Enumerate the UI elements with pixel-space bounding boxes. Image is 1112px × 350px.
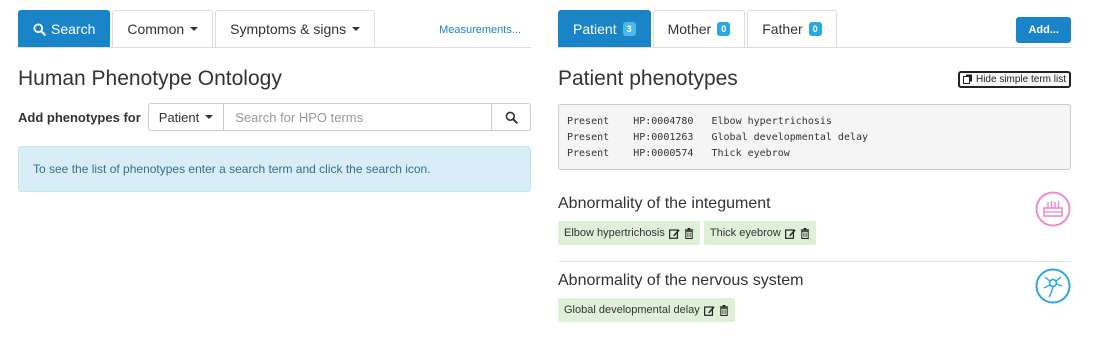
caret-down-icon: [190, 27, 199, 31]
search-button[interactable]: [492, 103, 531, 131]
hide-term-list-button[interactable]: Hide simple term list: [957, 70, 1071, 88]
edit-icon[interactable]: [668, 228, 680, 239]
tab-search[interactable]: Search: [18, 10, 111, 47]
caret-down-icon: [352, 27, 361, 31]
measurements-link[interactable]: Measurements...: [439, 24, 521, 36]
hide-term-list-label: Hide simple term list: [975, 73, 1066, 85]
tab-symptoms-label: Symptoms & signs: [230, 21, 347, 37]
left-tab-bar: Search Common Symptoms & signs Measureme…: [18, 10, 531, 48]
copy-icon: [962, 74, 972, 84]
section-title: Abnormality of the nervous system: [558, 272, 804, 289]
phenotype-tag: Elbow hypertrichosis: [558, 221, 700, 245]
count-badge: 3: [622, 22, 636, 36]
phenotype-tags: Elbow hypertrichosis Thick eyebrow: [558, 221, 1071, 245]
term-line: Present HP:0000574 Thick eyebrow: [567, 148, 790, 159]
add-phenotypes-row: Add phenotypes for Patient Search for HP…: [18, 103, 531, 131]
term-line: Present HP:0004780 Elbow hypertrichosis: [567, 116, 832, 127]
trash-icon[interactable]: [684, 227, 694, 239]
phenotype-tag: Global developmental delay: [558, 298, 735, 322]
trash-icon[interactable]: [719, 304, 729, 316]
tab-patient-label: Patient: [573, 21, 617, 37]
term-line: Present HP:0001263 Global developmental …: [567, 132, 869, 143]
trash-icon[interactable]: [800, 227, 810, 239]
hpo-search-placeholder: Search for HPO terms: [235, 109, 364, 125]
tab-symptoms-signs[interactable]: Symptoms & signs: [215, 10, 376, 47]
patient-phenotypes-panel: Patient 3 Mother 0 Father 0 Add... Patie…: [558, 10, 1071, 322]
add-phenotypes-label: Add phenotypes for: [18, 109, 141, 125]
section-divider: [558, 261, 1071, 262]
tab-common-label: Common: [127, 21, 185, 37]
section-integument: Abnormality of the integument Elbow hype…: [558, 191, 1071, 245]
add-subject-button[interactable]: Add...: [1016, 17, 1071, 43]
tab-common[interactable]: Common: [112, 10, 214, 47]
skin-icon: [1035, 191, 1071, 227]
phenotype-tag-label: Thick eyebrow: [709, 227, 781, 239]
tab-mother-label: Mother: [667, 21, 712, 37]
section-nervous-system: Abnormality of the nervous system Global…: [558, 268, 1071, 322]
info-alert-text: To see the list of phenotypes enter a se…: [33, 162, 431, 176]
subject-select[interactable]: Patient: [147, 103, 225, 131]
edit-icon[interactable]: [703, 305, 715, 316]
hpo-search-panel: Search Common Symptoms & signs Measureme…: [18, 10, 531, 192]
tab-patient[interactable]: Patient 3: [558, 10, 651, 47]
neuron-icon: [1035, 268, 1071, 304]
tab-father[interactable]: Father 0: [747, 10, 837, 47]
simple-term-list: Present HP:0004780 Elbow hypertrichosis …: [558, 104, 1071, 170]
count-badge: 0: [717, 22, 731, 36]
hpo-search-input[interactable]: Search for HPO terms: [224, 103, 492, 131]
edit-icon[interactable]: [784, 228, 796, 239]
phenotypes-title: Patient phenotypes: [558, 67, 738, 90]
right-tab-bar: Patient 3 Mother 0 Father 0 Add...: [558, 10, 1071, 48]
hpo-search-group: Patient Search for HPO terms: [147, 103, 531, 131]
search-icon: [505, 111, 518, 124]
tab-mother[interactable]: Mother 0: [652, 10, 746, 47]
caret-down-icon: [205, 115, 214, 119]
tab-father-label: Father: [762, 21, 803, 37]
search-icon: [33, 22, 46, 36]
tab-search-label: Search: [51, 21, 96, 37]
phenotype-tag-label: Elbow hypertrichosis: [564, 227, 665, 239]
section-title: Abnormality of the integument: [558, 195, 771, 212]
phenotypes-title-row: Patient phenotypes Hide simple term list: [558, 67, 1071, 91]
phenotype-tags: Global developmental delay: [558, 298, 1071, 322]
subject-select-value: Patient: [158, 109, 200, 125]
page-title: Human Phenotype Ontology: [18, 67, 282, 90]
phenotype-tag: Thick eyebrow: [703, 221, 816, 245]
info-alert: To see the list of phenotypes enter a se…: [18, 146, 531, 192]
count-badge: 0: [808, 22, 822, 36]
phenotype-tag-label: Global developmental delay: [564, 304, 700, 316]
